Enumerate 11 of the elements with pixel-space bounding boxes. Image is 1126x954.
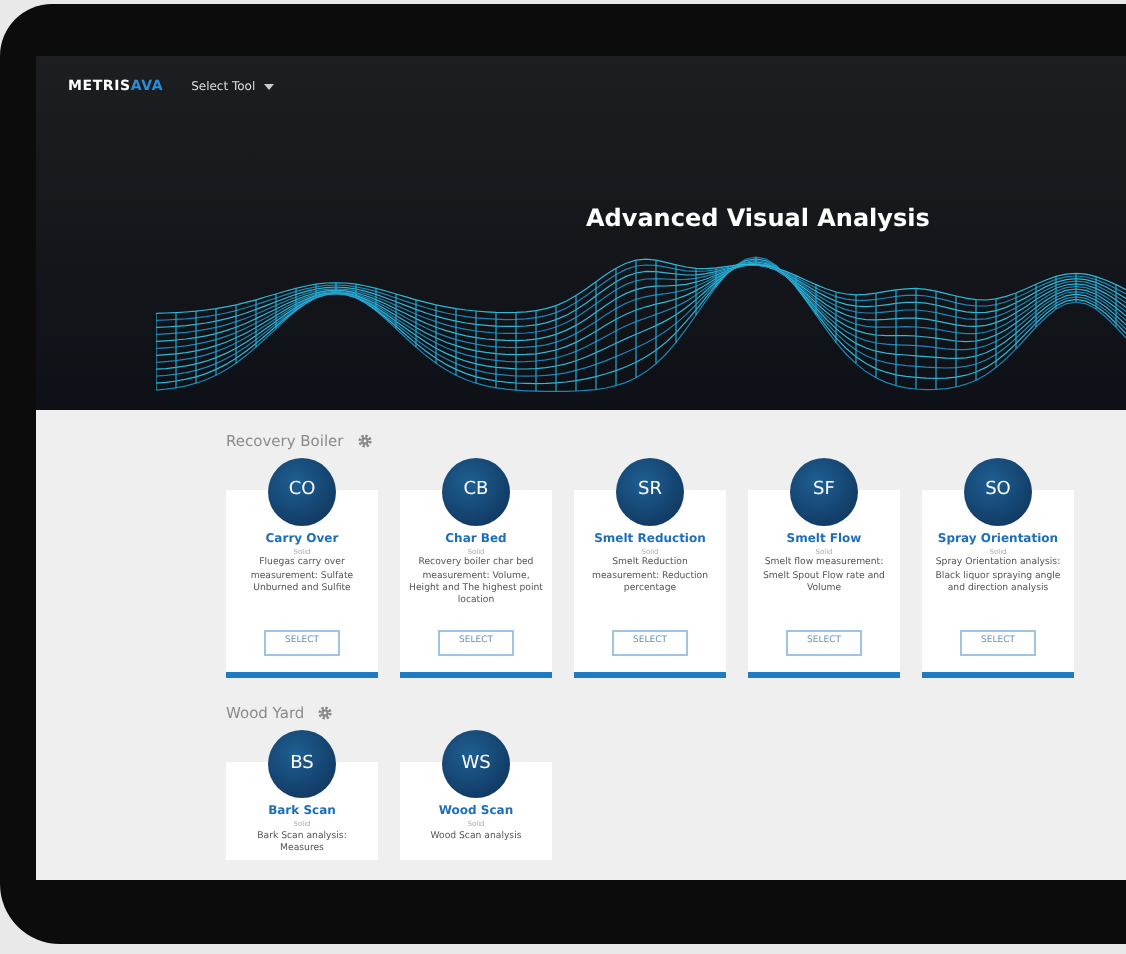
tool-avatar: SR — [616, 458, 684, 527]
tool-avatar: CO — [268, 458, 336, 527]
tool-avatar: SF — [790, 458, 858, 527]
tool-avatar: BS — [268, 730, 336, 799]
settings-icon[interactable] — [318, 705, 333, 720]
settings-icon[interactable] — [357, 433, 372, 448]
tool-avatar: WS — [442, 730, 510, 799]
hero-title: Advanced Visual Analysis — [586, 202, 930, 236]
caret-icon — [263, 83, 274, 90]
tool-avatar: SO — [964, 458, 1032, 527]
tool-avatar: CB — [442, 458, 510, 527]
